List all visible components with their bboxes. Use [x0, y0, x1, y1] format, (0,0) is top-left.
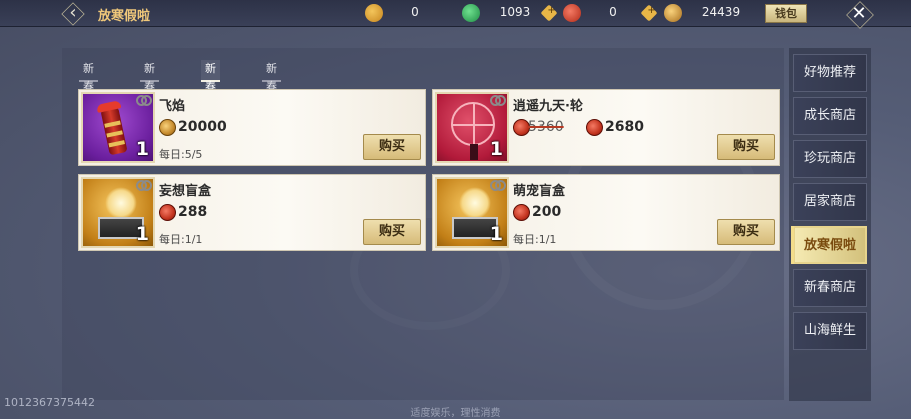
shop-item-card: 1 飞焰 20000 每日:5/5 购买: [78, 89, 426, 166]
item-price: 2680: [605, 119, 644, 135]
tab-new-year-growth[interactable]: 新春成长: [262, 60, 281, 129]
tab-new-year-fashion[interactable]: 新春时装: [79, 60, 98, 129]
gold-coin-icon: [159, 119, 176, 136]
buy-button[interactable]: 购买: [717, 219, 775, 245]
wheel-stand: [470, 144, 478, 160]
item-price: 200: [532, 204, 562, 220]
link-icon[interactable]: [490, 179, 506, 191]
nav-new-year-shop[interactable]: 新春商店: [793, 269, 867, 307]
currency-lucky-bag: 0: [365, 4, 455, 22]
item-original-price: 5360: [528, 119, 564, 135]
item-name: 妄想盲盒: [159, 184, 212, 199]
currency-gold-coin: 24439: [664, 4, 764, 22]
shop-side-nav: 好物推荐 成长商店 珍玩商店 居家商店 放寒假啦 新春商店 山海鲜生: [789, 48, 871, 401]
firecracker-icon: [100, 106, 128, 156]
gold-coin-icon: [664, 4, 682, 22]
ferris-wheel-icon: [451, 102, 495, 146]
item-price: 288: [178, 204, 208, 220]
tab-new-year-toys[interactable]: 新春玩具: [201, 60, 220, 129]
health-slogan: 适度娱乐，理性消费: [410, 408, 501, 419]
add-jade-button[interactable]: [540, 4, 558, 22]
close-icon: ✕: [851, 3, 867, 24]
item-price: 20000: [178, 119, 227, 135]
item-quantity: 1: [135, 138, 149, 160]
nav-home-shop[interactable]: 居家商店: [793, 183, 867, 221]
red-coin-icon: [513, 204, 530, 221]
red-coin-icon: [586, 119, 603, 136]
shop-item-card: 1 妄想盲盒 288 每日:1/1 购买: [78, 174, 426, 251]
link-icon[interactable]: [490, 94, 506, 106]
currency-value: 0: [609, 5, 617, 19]
currency-value: 0: [411, 5, 419, 19]
nav-recommended[interactable]: 好物推荐: [793, 54, 867, 92]
buy-button[interactable]: 购买: [363, 134, 421, 160]
page-title: 放寒假啦: [98, 9, 151, 24]
daily-limit: 每日:5/5: [159, 148, 203, 161]
close-button[interactable]: ✕: [848, 3, 870, 25]
item-quantity: 1: [135, 223, 149, 245]
shop-item-card: 1 萌宠盲盒 200 每日:1/1 购买: [432, 174, 780, 251]
glow: [105, 187, 137, 219]
buy-button[interactable]: 购买: [363, 219, 421, 245]
daily-limit: 每日:1/1: [159, 233, 203, 246]
glow: [459, 187, 491, 219]
tab-new-year-furniture[interactable]: 新春家具: [140, 60, 159, 129]
item-name: 逍遥九天·轮: [513, 99, 583, 114]
red-token-icon: [563, 4, 581, 22]
jade-icon: [462, 4, 480, 22]
currency-red-token: 0: [563, 4, 663, 22]
lucky-bag-icon: [365, 4, 383, 22]
red-coin-icon: [159, 204, 176, 221]
link-icon[interactable]: [136, 94, 152, 106]
item-quantity: 1: [489, 138, 503, 160]
shop-item-card: 1 逍遥九天·轮 5360 2680 购买: [432, 89, 780, 166]
daily-limit: 每日:1/1: [513, 233, 557, 246]
nav-shanhai-fresh[interactable]: 山海鲜生: [793, 312, 867, 350]
wallet-button[interactable]: 钱包: [765, 4, 807, 23]
nav-winter-holiday[interactable]: 放寒假啦: [791, 226, 867, 264]
currency-value: 1093: [499, 5, 531, 19]
currency-jade: 1093: [462, 4, 562, 22]
link-icon[interactable]: [136, 179, 152, 191]
item-quantity: 1: [489, 223, 503, 245]
item-name: 萌宠盲盒: [513, 184, 566, 199]
top-bar: ‹ 放寒假啦 0 1093 0 24439 钱包 ✕: [0, 0, 911, 27]
chevron-left-icon: ‹: [69, 2, 77, 23]
currency-value: 24439: [701, 5, 741, 19]
nav-growth-shop[interactable]: 成长商店: [793, 97, 867, 135]
back-button[interactable]: ‹: [62, 3, 84, 23]
nav-treasure-shop[interactable]: 珍玩商店: [793, 140, 867, 178]
item-name: 飞焰: [159, 99, 186, 114]
add-red-token-button[interactable]: [640, 4, 658, 22]
buy-button[interactable]: 购买: [717, 134, 775, 160]
